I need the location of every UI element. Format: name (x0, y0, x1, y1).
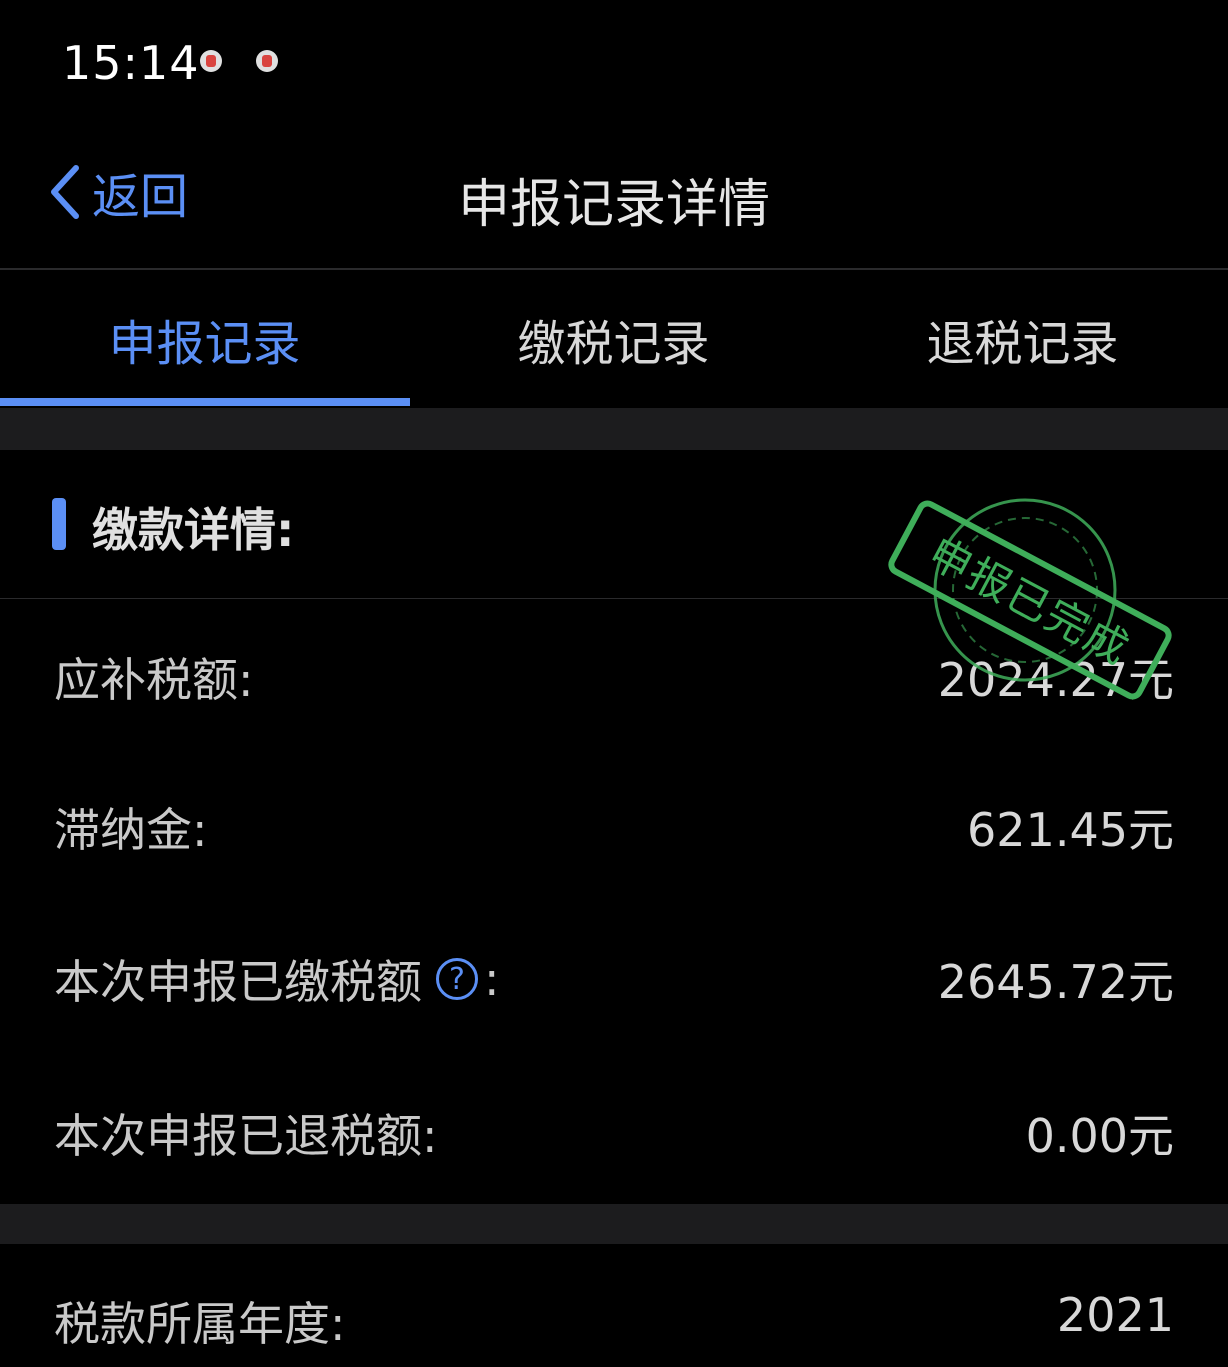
section-divider (0, 408, 1228, 450)
row-label: 本次申报已缴税额 (54, 955, 422, 1009)
tab-bar: 申报记录 缴税记录 退税记录 (0, 270, 1228, 408)
row-label-suffix: : (484, 952, 500, 1006)
help-icon[interactable]: ? (436, 958, 478, 1000)
notification-app-icon (256, 50, 278, 72)
detail-row-tax-paid: 本次申报已缴税额 ? : 2645.72元 (0, 924, 1228, 1024)
row-value: 2645.72元 (937, 955, 1174, 1009)
detail-row-tax-payable: 应补税额: 2024.27元 (0, 622, 1228, 722)
active-tab-indicator (0, 398, 410, 406)
row-value: 0.00元 (1025, 1109, 1174, 1163)
section-header: 缴款详情: (0, 450, 1228, 599)
navigation-bar: 返回 申报记录详情 (0, 120, 1228, 270)
tab-refund-records[interactable]: 退税记录 (818, 270, 1227, 408)
row-label-group: 本次申报已缴税额 ? : (54, 946, 500, 1012)
tab-payment-records[interactable]: 缴税记录 (409, 270, 818, 408)
tab-declaration-records[interactable]: 申报记录 (0, 270, 409, 408)
detail-row-tax-year: 税款所属年度: 2021 (0, 1266, 1228, 1366)
row-label: 本次申报已退税额: (54, 1109, 438, 1163)
row-value: 621.45元 (967, 803, 1174, 857)
row-label: 应补税额: (54, 653, 254, 707)
page-title: 申报记录详情 (457, 175, 770, 235)
row-label: 滞纳金: (54, 803, 208, 857)
section-accent-bar (52, 498, 66, 550)
section-title: 缴款详情: (92, 503, 295, 557)
row-value: 2021 (1056, 1288, 1174, 1342)
section-divider (0, 1204, 1228, 1244)
status-time: 15:14 (62, 36, 200, 90)
detail-row-tax-refunded: 本次申报已退税额: 0.00元 (0, 1078, 1228, 1178)
status-bar: 15:14 (0, 0, 1228, 120)
row-value: 2024.27元 (937, 653, 1174, 707)
detail-row-late-fee: 滞纳金: 621.45元 (0, 772, 1228, 872)
notification-app-icon (200, 50, 222, 72)
row-label: 税款所属年度: (54, 1297, 346, 1351)
